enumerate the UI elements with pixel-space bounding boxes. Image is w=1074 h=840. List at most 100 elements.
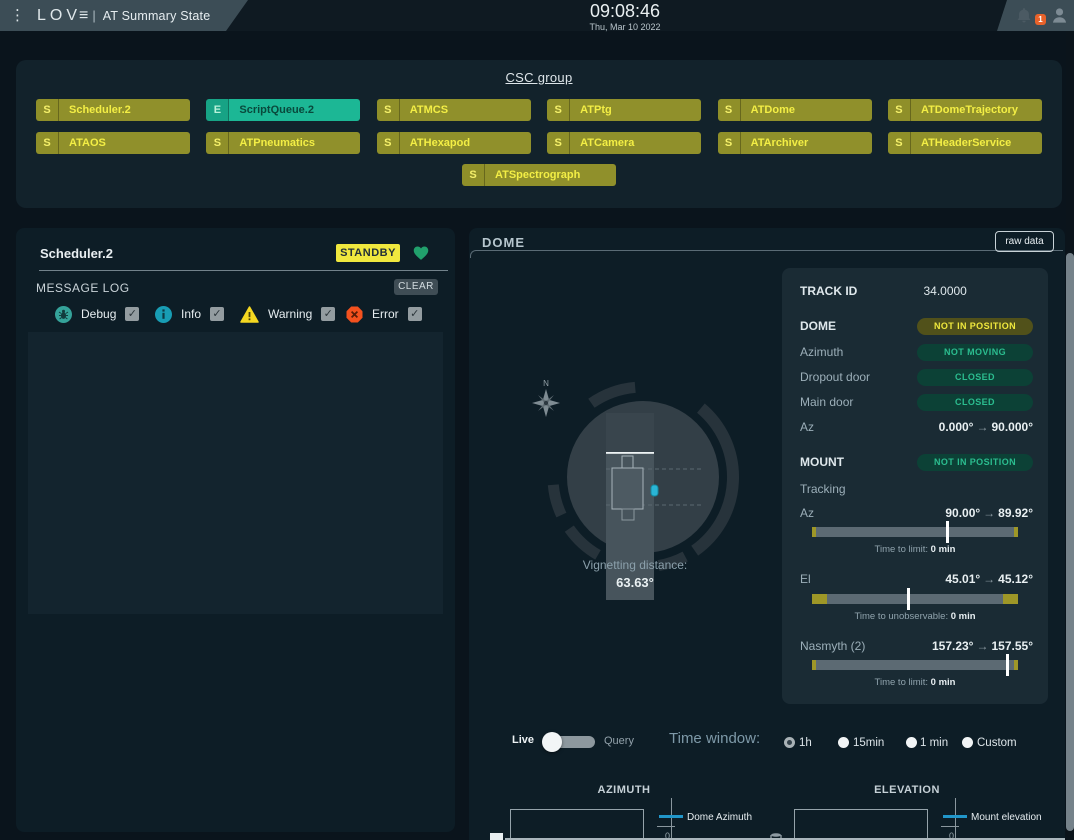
logo-separator: |: [92, 8, 95, 23]
mount-az-time-note: Time to limit: 0 min: [812, 544, 1018, 555]
telescope-body: [612, 468, 643, 509]
radio-1h[interactable]: [784, 737, 795, 748]
csc-group-panel: CSC group S Scheduler.2 E ScriptQueue.2 …: [16, 60, 1062, 208]
csc-button-scriptqueue2[interactable]: E ScriptQueue.2: [206, 99, 360, 121]
radio-custom[interactable]: [962, 737, 973, 748]
menu-kebab-icon[interactable]: ⋮: [10, 8, 25, 23]
notification-bell-icon[interactable]: [1015, 7, 1033, 25]
tracking-row: Tracking: [800, 480, 1033, 498]
top-bar-right: 1: [997, 0, 1074, 31]
main-door-row: Main door CLOSED: [800, 393, 1033, 411]
scrollbar-thumb[interactable]: [1066, 253, 1074, 831]
filter-warning: Warning: [240, 305, 335, 323]
divider: [39, 270, 448, 271]
nasmyth-slider[interactable]: [812, 660, 1018, 670]
csc-group-title: CSC group: [16, 70, 1062, 85]
csc-state-letter: S: [377, 132, 400, 154]
elevation-legend-baseline: [941, 826, 959, 827]
nasmyth-values: 157.23°→157.55°: [932, 639, 1033, 653]
debug-checkbox[interactable]: [125, 307, 139, 321]
elevation-legend-label: Mount elevation: [971, 812, 1042, 823]
radio-1min-label: 1 min: [920, 737, 948, 749]
csc-state-letter: S: [547, 132, 570, 154]
azimuth-legend-crosshair: [671, 798, 672, 840]
slider-limit-left: [812, 527, 816, 537]
dropout-door-badge: CLOSED: [917, 369, 1033, 386]
csc-button-atpneumatics[interactable]: S ATPneumatics: [206, 132, 360, 154]
csc-button-scheduler2[interactable]: S Scheduler.2: [36, 99, 190, 121]
csc-state-letter: S: [377, 99, 400, 121]
user-icon[interactable]: [1050, 6, 1069, 25]
dome-az-values: 0.000°→90.000°: [939, 420, 1033, 434]
query-label: Query: [604, 735, 634, 747]
raw-data-button[interactable]: raw data: [995, 231, 1054, 252]
radio-custom-label: Custom: [977, 737, 1017, 749]
message-log-list[interactable]: [28, 332, 443, 614]
scheduler-title: Scheduler.2: [40, 246, 113, 261]
mount-position-badge: NOT IN POSITION: [917, 454, 1033, 471]
csc-row-1: S Scheduler.2 E ScriptQueue.2 S ATMCS S …: [36, 99, 1042, 121]
error-checkbox[interactable]: [408, 307, 422, 321]
elevation-chart-plot[interactable]: [794, 809, 928, 840]
csc-state-letter: S: [36, 99, 59, 121]
csc-button-atptg[interactable]: S ATPtg: [547, 99, 701, 121]
clear-button[interactable]: CLEAR: [394, 279, 438, 295]
main-door-badge: CLOSED: [917, 394, 1033, 411]
warning-checkbox[interactable]: [321, 307, 335, 321]
slider-limit-right: [1014, 527, 1018, 537]
vignetting-distance-label: Vignetting distance:: [495, 558, 775, 572]
slider-limit-left: [812, 660, 816, 670]
dome-az-row: Az 0.000°→90.000°: [800, 418, 1033, 436]
csc-button-atcamera[interactable]: S ATCamera: [547, 132, 701, 154]
csc-button-ataos[interactable]: S ATAOS: [36, 132, 190, 154]
track-id-value: 34.0000: [857, 284, 1033, 298]
arrow-icon: →: [980, 506, 998, 520]
time-window-label: Time window:: [669, 730, 760, 747]
heartbeat-icon: [412, 245, 430, 261]
toggle-knob[interactable]: [542, 732, 562, 752]
elevation-chart-title: ELEVATION: [807, 784, 1007, 796]
live-label: Live: [512, 734, 534, 746]
csc-row-2: S ATAOS S ATPneumatics S ATHexapod S ATC…: [36, 132, 1042, 154]
arrow-icon: →: [973, 639, 991, 653]
csc-button-atmcs[interactable]: S ATMCS: [377, 99, 531, 121]
azimuth-chart-plot[interactable]: [510, 809, 644, 840]
slider-marker: [907, 588, 910, 610]
csc-state-letter: E: [206, 99, 229, 121]
clock-time: 09:08:46: [540, 2, 710, 21]
filter-info: Info: [155, 305, 224, 323]
dome-azimuth-marker: [651, 485, 658, 496]
message-log-title: MESSAGE LOG: [36, 281, 130, 295]
azimuth-legend-baseline: [657, 826, 675, 827]
arrow-icon: →: [980, 572, 998, 586]
info-checkbox[interactable]: [210, 307, 224, 321]
clock: 09:08:46 Thu, Mar 10 2022: [540, 2, 710, 32]
csc-button-atdome[interactable]: S ATDome: [718, 99, 872, 121]
csc-button-atdometrajectory[interactable]: S ATDomeTrajectory: [888, 99, 1042, 121]
track-id-row: TRACK ID 34.0000: [800, 282, 1033, 300]
nasmyth-time-note: Time to limit: 0 min: [812, 677, 1018, 688]
live-query-toggle[interactable]: [545, 736, 595, 748]
warning-triangle-icon: [240, 306, 259, 323]
scheduler-state-badge: STANDBY: [336, 244, 400, 262]
azimuth-moving-badge: NOT MOVING: [917, 344, 1033, 361]
csc-state-letter: S: [547, 99, 570, 121]
mount-el-slider[interactable]: [812, 594, 1018, 604]
csc-state-letter: S: [36, 132, 59, 154]
azimuth-legend-line: [659, 815, 683, 818]
csc-button-atheaderservice[interactable]: S ATHeaderService: [888, 132, 1042, 154]
csc-button-atarchiver[interactable]: S ATArchiver: [718, 132, 872, 154]
slider-marker: [1006, 654, 1009, 676]
filter-debug: Debug: [55, 305, 139, 323]
csc-button-athexapod[interactable]: S ATHexapod: [377, 132, 531, 154]
mount-az-slider[interactable]: [812, 527, 1018, 537]
dome-status-row: DOME NOT IN POSITION: [800, 317, 1033, 335]
azimuth-status-row: Azimuth NOT MOVING: [800, 343, 1033, 361]
logo-bars-glyph: ≡: [79, 7, 88, 24]
radio-1min[interactable]: [906, 737, 917, 748]
csc-state-letter: S: [462, 164, 485, 186]
csc-state-letter: S: [206, 132, 229, 154]
radio-15min[interactable]: [838, 737, 849, 748]
csc-button-atspectrograph[interactable]: S ATSpectrograph: [462, 164, 616, 186]
elevation-legend-crosshair: [955, 798, 956, 840]
